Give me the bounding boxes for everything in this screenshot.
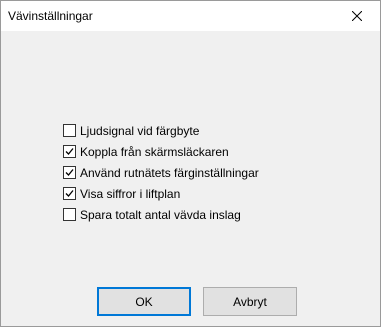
checkbox[interactable] [63, 166, 76, 179]
cancel-button[interactable]: Avbryt [203, 287, 297, 316]
option-use-grid-colors[interactable]: Använd rutnätets färginställningar [63, 162, 259, 183]
option-label: Visa siffror i liftplan [80, 186, 181, 201]
option-label: Ljudsignal vid färgbyte [80, 123, 200, 138]
option-show-numbers-liftplan[interactable]: Visa siffror i liftplan [63, 183, 259, 204]
close-icon [352, 11, 362, 21]
option-label: Spara totalt antal vävda inslag [80, 207, 241, 222]
settings-dialog: Vävinställningar Ljudsignal vid färgbyte… [0, 0, 381, 327]
checkmark-icon [65, 148, 74, 155]
checkbox[interactable] [63, 208, 76, 221]
close-button[interactable] [334, 1, 380, 31]
ok-button[interactable]: OK [97, 287, 191, 316]
title-bar[interactable]: Vävinställningar [1, 1, 380, 31]
option-save-total-picks[interactable]: Spara totalt antal vävda inslag [63, 204, 259, 225]
dialog-body: Ljudsignal vid färgbyte Koppla från skär… [1, 31, 380, 326]
checkmark-icon [65, 169, 74, 176]
options-list: Ljudsignal vid färgbyte Koppla från skär… [63, 120, 259, 225]
checkbox[interactable] [63, 124, 76, 137]
checkbox[interactable] [63, 145, 76, 158]
option-disconnect-screensaver[interactable]: Koppla från skärmsläckaren [63, 141, 259, 162]
option-label: Använd rutnätets färginställningar [80, 165, 259, 180]
option-label: Koppla från skärmsläckaren [80, 144, 229, 159]
checkbox[interactable] [63, 187, 76, 200]
window-title: Vävinställningar [8, 9, 93, 23]
checkmark-icon [65, 190, 74, 197]
option-sound-on-color-change[interactable]: Ljudsignal vid färgbyte [63, 120, 259, 141]
